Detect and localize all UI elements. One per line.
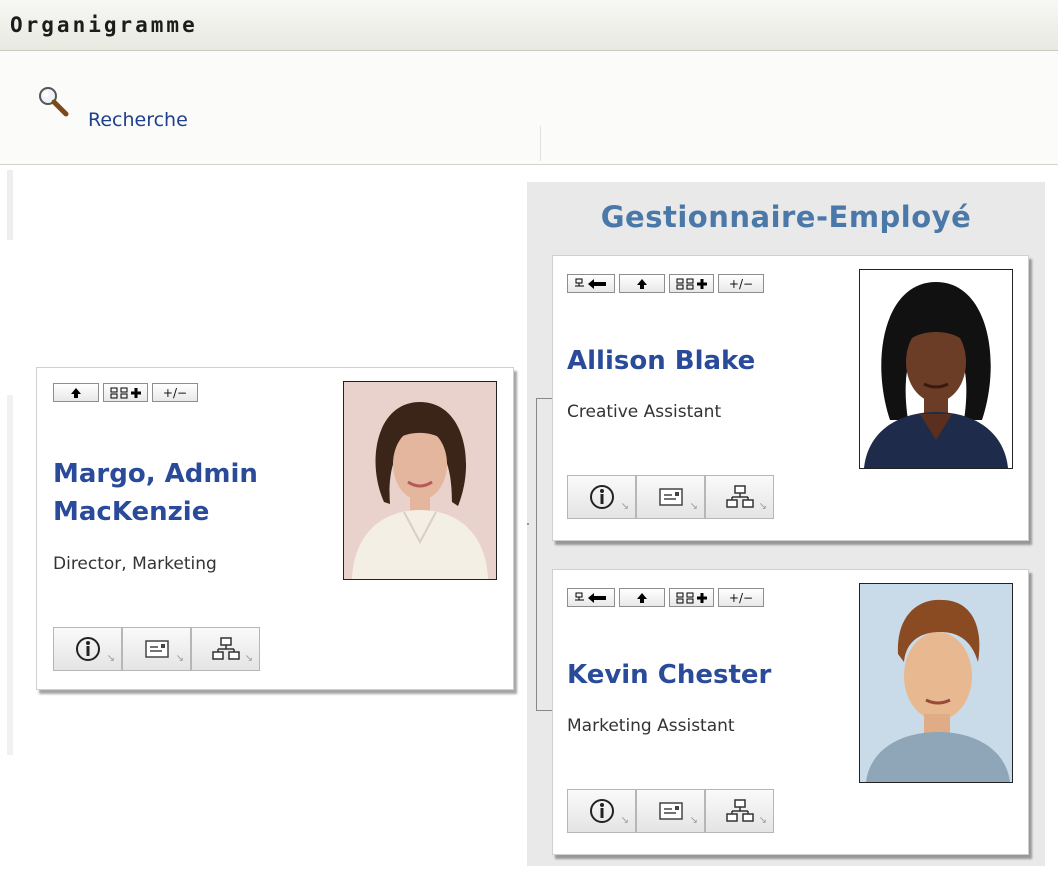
org-chart-icon xyxy=(725,799,754,822)
avatar xyxy=(859,269,1013,469)
dropdown-corner-icon: ↘ xyxy=(689,815,698,826)
dropdown-corner-icon: ↘ xyxy=(106,653,115,664)
person-back-icon xyxy=(575,278,606,289)
org-chart-icon xyxy=(725,485,754,508)
info-icon xyxy=(589,799,614,823)
info-icon xyxy=(75,637,100,661)
expand-reports-button[interactable] xyxy=(669,274,714,293)
manager-card: +/− Margo, Admin MacKenzie Director, Mar… xyxy=(36,367,514,690)
dropdown-corner-icon: ↘ xyxy=(689,501,698,512)
go-up-button[interactable] xyxy=(619,274,665,293)
dropdown-corner-icon: ↘ xyxy=(244,653,253,664)
vcard-icon xyxy=(658,802,683,820)
panel-title: Gestionnaire-Employé xyxy=(600,200,972,234)
arrow-up-icon xyxy=(71,387,81,398)
dropdown-corner-icon: ↘ xyxy=(758,815,767,826)
expand-reports-button[interactable] xyxy=(669,588,714,607)
back-to-manager-button[interactable] xyxy=(567,588,615,607)
org-expand-icon xyxy=(676,592,707,603)
employee-card: +/− Allison Blake Creative Assistant ↘ ↘… xyxy=(552,255,1029,541)
avatar xyxy=(859,583,1013,783)
card-toolbar: +/− xyxy=(567,274,764,293)
toggle-button[interactable]: +/− xyxy=(718,588,764,607)
vcard-icon xyxy=(658,488,683,506)
person-photo-icon xyxy=(866,599,1010,782)
dropdown-corner-icon: ↘ xyxy=(758,501,767,512)
arrow-up-icon xyxy=(637,592,647,603)
card-toolbar: +/− xyxy=(567,588,764,607)
org-chart-button[interactable]: ↘ xyxy=(705,475,774,519)
toggle-button[interactable]: +/− xyxy=(718,274,764,293)
arrow-up-icon xyxy=(637,278,647,289)
employee-card: +/− Kevin Chester Marketing Assistant ↘ … xyxy=(552,569,1029,855)
card-toolbar: +/− xyxy=(53,383,198,402)
org-expand-icon xyxy=(110,387,141,398)
search-label[interactable]: Recherche xyxy=(88,109,188,131)
card-actions: ↘ ↘ ↘ xyxy=(567,789,774,833)
person-name[interactable]: Margo, Admin MacKenzie xyxy=(53,455,258,531)
job-title: Creative Assistant xyxy=(567,402,722,422)
person-photo-icon xyxy=(352,402,488,579)
person-name-line2[interactable]: MacKenzie xyxy=(53,493,258,531)
person-name[interactable]: Kevin Chester xyxy=(567,656,771,694)
org-chart-button[interactable]: ↘ xyxy=(191,627,260,671)
title-bar: Organigramme xyxy=(0,0,1058,51)
plus-minus-label: +/− xyxy=(162,385,188,400)
card-actions: ↘ ↘ ↘ xyxy=(53,627,260,671)
org-chart-icon xyxy=(211,637,240,660)
magnifier-icon xyxy=(39,87,69,117)
dropdown-corner-icon: ↘ xyxy=(175,653,184,664)
toggle-button[interactable]: +/− xyxy=(152,383,198,402)
connector-dot xyxy=(527,523,529,525)
avatar xyxy=(343,381,497,580)
go-up-button[interactable] xyxy=(619,588,665,607)
info-button[interactable]: ↘ xyxy=(53,627,122,671)
info-button[interactable]: ↘ xyxy=(567,789,636,833)
job-title: Marketing Assistant xyxy=(567,716,735,736)
connector-line xyxy=(536,398,552,399)
left-divider-lower xyxy=(7,395,13,755)
plus-minus-label: +/− xyxy=(728,276,754,291)
job-title: Director, Marketing xyxy=(53,554,217,574)
plus-minus-label: +/− xyxy=(728,590,754,605)
org-chart-button[interactable]: ↘ xyxy=(705,789,774,833)
vcard-button[interactable]: ↘ xyxy=(122,627,191,671)
dropdown-corner-icon: ↘ xyxy=(620,501,629,512)
expand-reports-button[interactable] xyxy=(103,383,148,402)
person-back-icon xyxy=(575,592,606,603)
org-expand-icon xyxy=(676,278,707,289)
card-actions: ↘ ↘ ↘ xyxy=(567,475,774,519)
toolbar-divider xyxy=(540,126,541,161)
toolbar: Recherche xyxy=(0,51,1058,165)
info-icon xyxy=(589,485,614,509)
person-photo-icon xyxy=(864,282,1008,468)
person-name[interactable]: Allison Blake xyxy=(567,342,755,380)
vcard-icon xyxy=(144,640,169,658)
page-title: Organigramme xyxy=(10,13,198,37)
dropdown-corner-icon: ↘ xyxy=(620,815,629,826)
info-button[interactable]: ↘ xyxy=(567,475,636,519)
person-name-line1[interactable]: Margo, Admin xyxy=(53,455,258,493)
go-up-button[interactable] xyxy=(53,383,99,402)
connector-line xyxy=(536,710,552,711)
back-to-manager-button[interactable] xyxy=(567,274,615,293)
left-divider xyxy=(7,170,13,240)
vcard-button[interactable]: ↘ xyxy=(636,789,705,833)
vcard-button[interactable]: ↘ xyxy=(636,475,705,519)
connector-line xyxy=(536,398,537,710)
